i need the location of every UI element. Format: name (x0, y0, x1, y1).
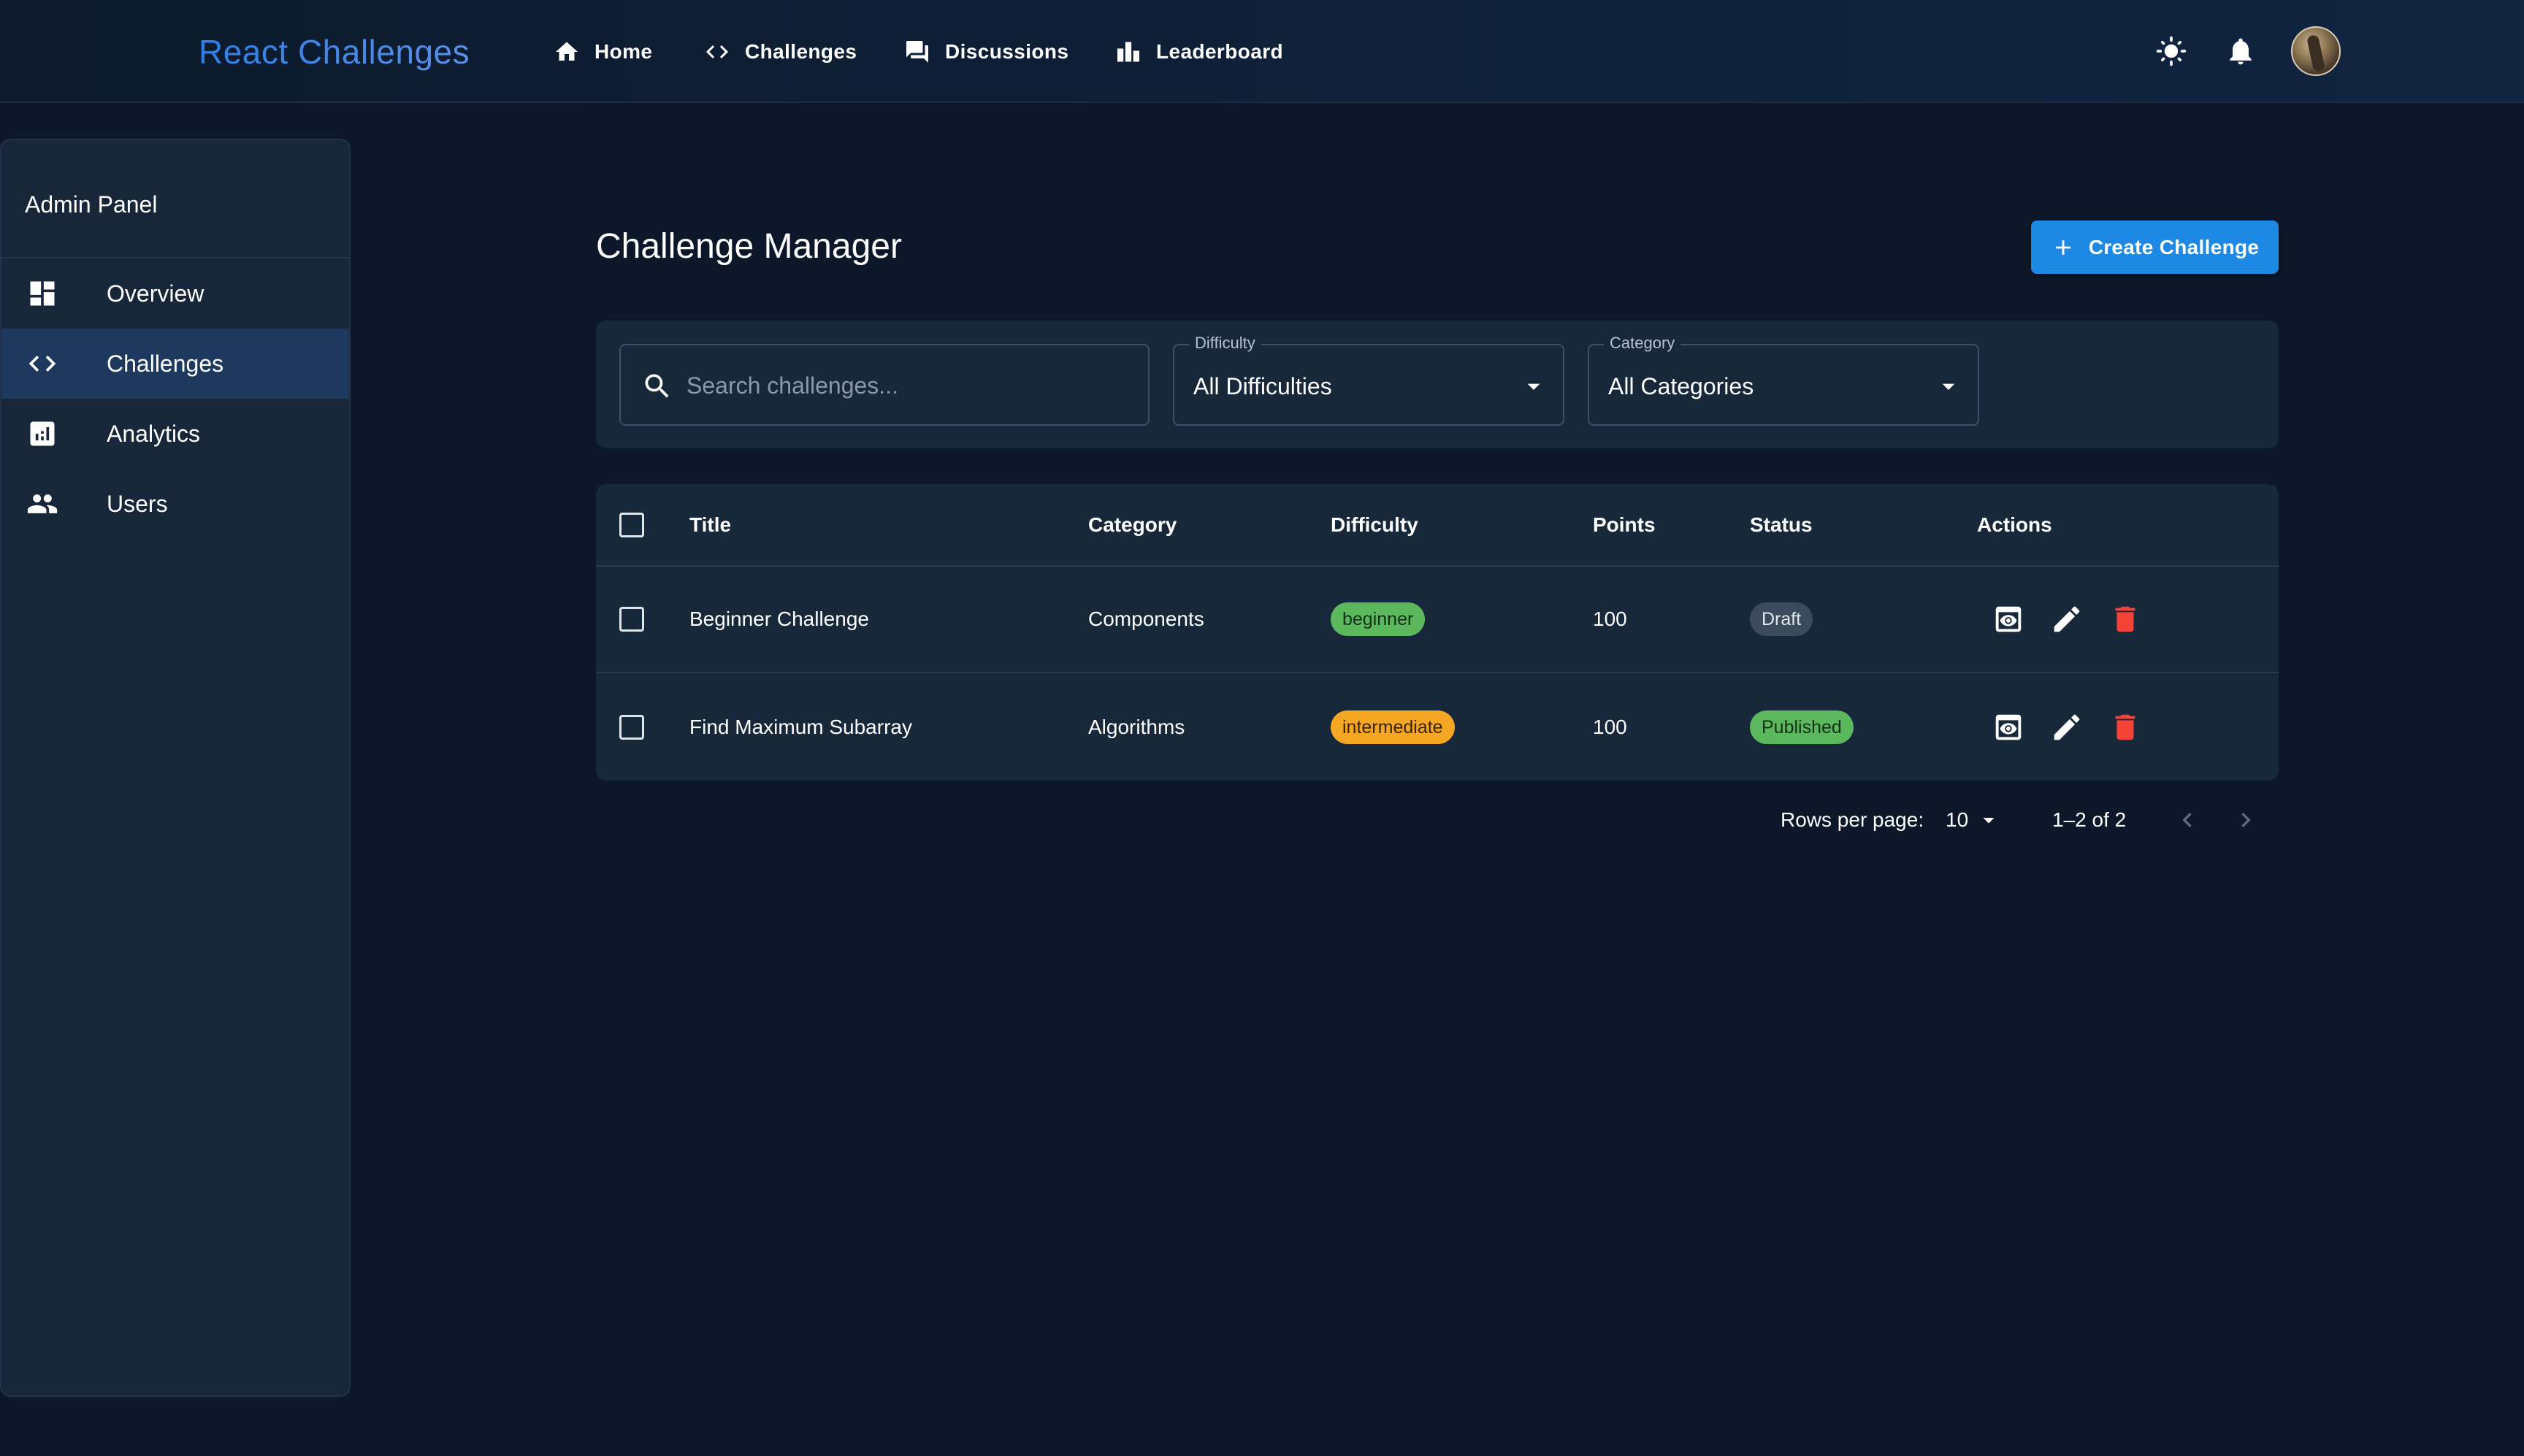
pagination-range: 1–2 of 2 (2052, 808, 2127, 831)
chevron-left-icon (2182, 813, 2192, 827)
filter-bar: Difficulty All Difficulties Category All… (596, 321, 2279, 448)
next-page-button[interactable] (2231, 802, 2260, 838)
row-title: Find Maximum Subarray (689, 715, 912, 738)
top-app-bar: React Challenges Home Challenges Discuss… (0, 0, 2524, 103)
row-points: 100 (1593, 715, 1627, 738)
previous-page-button[interactable] (2173, 802, 2202, 838)
column-header-points[interactable]: Points (1593, 513, 1656, 537)
edit-button[interactable] (2050, 602, 2084, 636)
plus-icon (2055, 240, 2070, 255)
category-select[interactable]: Category All Categories (1588, 334, 1979, 426)
nav-home-label: Home (594, 40, 653, 63)
chevron-right-icon (2241, 813, 2251, 827)
sidebar-item-challenges[interactable]: Challenges (1, 329, 349, 399)
home-icon (556, 42, 578, 61)
row-checkbox[interactable] (619, 607, 644, 632)
nav-leaderboard[interactable]: Leaderboard (1115, 34, 1283, 70)
trash-icon (2115, 606, 2135, 632)
sidebar-item-label: Challenges (107, 350, 224, 377)
table-row[interactable]: Find Maximum Subarray Algorithms interme… (596, 673, 2279, 781)
edit-icon (2054, 606, 2080, 632)
trash-icon (2115, 714, 2135, 740)
row-points: 100 (1593, 608, 1627, 630)
row-category: Components (1088, 608, 1204, 630)
search-input[interactable] (687, 367, 1125, 404)
difficulty-badge: intermediate (1331, 710, 1455, 744)
status-badge: Published (1750, 710, 1854, 744)
preview-button[interactable] (1992, 710, 2025, 744)
delete-button[interactable] (2108, 710, 2142, 744)
column-header-title[interactable]: Title (689, 513, 731, 537)
table-header-row: Title Category Difficulty Points Status … (596, 484, 2279, 567)
nav-leaderboard-label: Leaderboard (1156, 40, 1283, 63)
difficulty-badge: beginner (1331, 602, 1426, 636)
dropdown-arrow-icon (1942, 383, 1955, 390)
table-row[interactable]: Beginner Challenge Components beginner 1… (596, 567, 2279, 673)
create-challenge-label: Create Challenge (2088, 235, 2260, 258)
sun-icon (2156, 36, 2187, 66)
analytics-icon (30, 421, 55, 446)
nav-home[interactable]: Home (554, 34, 652, 70)
code-icon (28, 356, 56, 372)
edit-icon (2054, 714, 2080, 740)
page-title: Challenge Manager (596, 227, 902, 266)
admin-sidebar: Admin Panel Overview Challenges Analytic… (0, 139, 351, 1397)
sidebar-item-label: Overview (107, 280, 204, 307)
nav-discussions-label: Discussions (945, 40, 1069, 63)
status-badge: Draft (1750, 602, 1813, 636)
nav-challenges[interactable]: Challenges (704, 34, 857, 70)
sidebar-item-label: Users (107, 490, 168, 517)
challenges-table: Title Category Difficulty Points Status … (596, 484, 2279, 781)
create-challenge-button[interactable]: Create Challenge (2031, 221, 2279, 274)
notifications-button[interactable] (2220, 31, 2261, 72)
row-title: Beginner Challenge (689, 608, 869, 630)
rows-per-page-label: Rows per page: (1781, 808, 1924, 831)
search-field[interactable] (619, 344, 1150, 426)
category-select-label: Category (1604, 334, 1681, 353)
nav-challenges-label: Challenges (745, 40, 857, 63)
search-icon (645, 374, 669, 398)
edit-button[interactable] (2050, 710, 2084, 744)
dropdown-arrow-icon (1983, 818, 1995, 824)
brand-logo-text[interactable]: React Challenges (199, 32, 470, 72)
difficulty-select-label: Difficulty (1189, 334, 1261, 353)
preview-icon (1995, 714, 2022, 740)
sidebar-title: Admin Panel (25, 191, 158, 218)
row-checkbox[interactable] (619, 714, 644, 740)
column-header-status[interactable]: Status (1750, 513, 1813, 537)
preview-button[interactable] (1992, 602, 2025, 636)
nav-discussions[interactable]: Discussions (904, 34, 1068, 70)
leaderboard-icon (1117, 42, 1139, 62)
difficulty-select-value: All Difficulties (1193, 373, 1332, 399)
preview-icon (1995, 606, 2022, 632)
people-icon (27, 494, 58, 513)
avatar[interactable] (2291, 26, 2341, 76)
rows-per-page-select[interactable]: 10 (1946, 802, 2002, 838)
sidebar-item-label: Analytics (107, 420, 201, 447)
dropdown-arrow-icon (1527, 383, 1540, 390)
column-header-category[interactable]: Category (1088, 513, 1177, 537)
column-header-difficulty[interactable]: Difficulty (1331, 513, 1418, 537)
rows-per-page-value: 10 (1946, 808, 1969, 831)
delete-button[interactable] (2108, 602, 2142, 636)
forum-icon (906, 41, 928, 63)
category-select-value: All Categories (1608, 373, 1754, 399)
sidebar-item-users[interactable]: Users (1, 469, 349, 539)
code-icon (706, 45, 728, 58)
difficulty-select[interactable]: Difficulty All Difficulties (1173, 334, 1564, 426)
bell-icon (2230, 38, 2252, 65)
select-all-checkbox[interactable] (619, 512, 644, 537)
row-category: Algorithms (1088, 715, 1185, 738)
sidebar-item-analytics[interactable]: Analytics (1, 399, 349, 469)
column-header-actions: Actions (1977, 513, 2052, 536)
sidebar-item-overview[interactable]: Overview (1, 258, 349, 329)
theme-toggle-button[interactable] (2151, 31, 2192, 72)
dashboard-icon (30, 281, 55, 306)
